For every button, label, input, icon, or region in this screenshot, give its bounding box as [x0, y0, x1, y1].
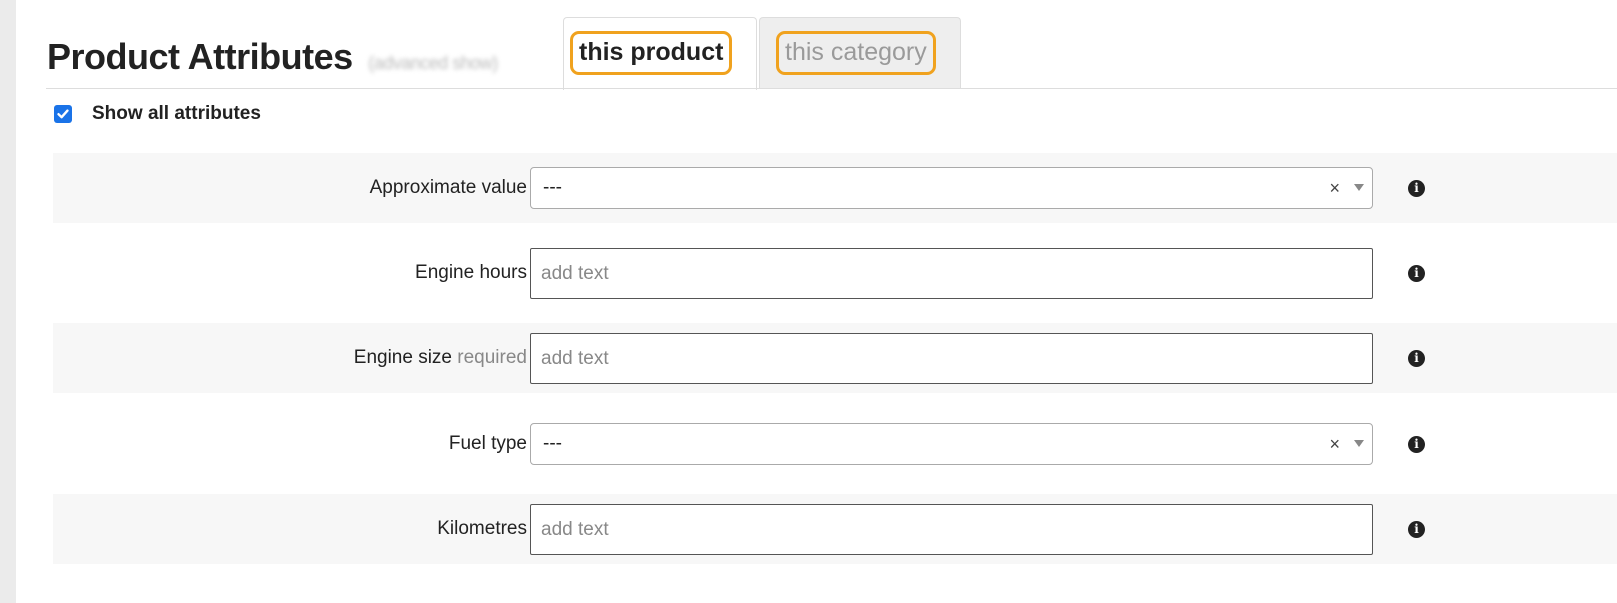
chevron-down-icon[interactable]: [1354, 440, 1364, 447]
select-value: ---: [543, 433, 562, 454]
show-all-label: Show all attributes: [92, 103, 261, 124]
info-icon[interactable]: i: [1408, 265, 1425, 282]
input-placeholder: add text: [541, 348, 609, 369]
select-value: ---: [543, 177, 562, 198]
attribute-label: Approximate value: [370, 153, 527, 223]
show-all-attributes[interactable]: Show all attributes: [54, 103, 261, 125]
tab-bar-divider: [46, 88, 1617, 89]
info-icon[interactable]: i: [1408, 436, 1425, 453]
page-title: Product Attributes (advanced show): [47, 36, 498, 78]
attribute-label-text: Engine size: [353, 347, 452, 368]
check-icon: [57, 109, 69, 119]
product-attributes-panel: Product Attributes (advanced show) this …: [16, 0, 1617, 603]
attribute-label-text: Approximate value: [369, 177, 527, 198]
required-marker: required: [457, 347, 527, 368]
show-all-checkbox[interactable]: [54, 105, 72, 123]
tab-this-category[interactable]: this category: [759, 17, 961, 89]
approximate-value-select[interactable]: --- ×: [530, 167, 1373, 209]
tab-this-category-label[interactable]: this category: [776, 31, 936, 75]
attribute-label: Fuel type: [449, 409, 527, 479]
attribute-row-engine-hours: Engine hours add text i: [53, 223, 1617, 299]
info-icon[interactable]: i: [1408, 350, 1425, 367]
engine-size-input[interactable]: add text: [530, 333, 1373, 384]
attribute-label: Engine hours: [415, 223, 527, 323]
input-placeholder: add text: [541, 519, 609, 540]
advanced-show-toggle[interactable]: (advanced show): [368, 53, 498, 73]
attribute-label-text: Kilometres: [437, 518, 527, 539]
attribute-label-text: Engine hours: [415, 262, 527, 283]
clear-icon[interactable]: ×: [1329, 168, 1340, 208]
info-icon[interactable]: i: [1408, 180, 1425, 197]
fuel-type-select[interactable]: --- ×: [530, 423, 1373, 465]
kilometres-input[interactable]: add text: [530, 504, 1373, 555]
attribute-label: Kilometres: [437, 494, 527, 564]
clear-icon[interactable]: ×: [1329, 424, 1340, 464]
left-rail: [0, 0, 16, 603]
attribute-row-approximate-value: Approximate value --- × i: [53, 153, 1617, 223]
tab-this-product[interactable]: this product: [563, 17, 757, 90]
engine-hours-input[interactable]: add text: [530, 248, 1373, 299]
page-title-text: Product Attributes: [47, 36, 353, 77]
info-icon[interactable]: i: [1408, 521, 1425, 538]
attribute-label-text: Fuel type: [448, 433, 527, 454]
attribute-row-kilometres: Kilometres add text i: [53, 494, 1617, 564]
attribute-row-fuel-type: Fuel type --- × i: [53, 409, 1617, 479]
attribute-row-engine-size: Engine size required add text i: [53, 323, 1617, 393]
attribute-label: Engine size required: [354, 323, 527, 393]
tab-this-product-label[interactable]: this product: [570, 31, 733, 75]
chevron-down-icon[interactable]: [1354, 184, 1364, 191]
input-placeholder: add text: [541, 263, 609, 284]
